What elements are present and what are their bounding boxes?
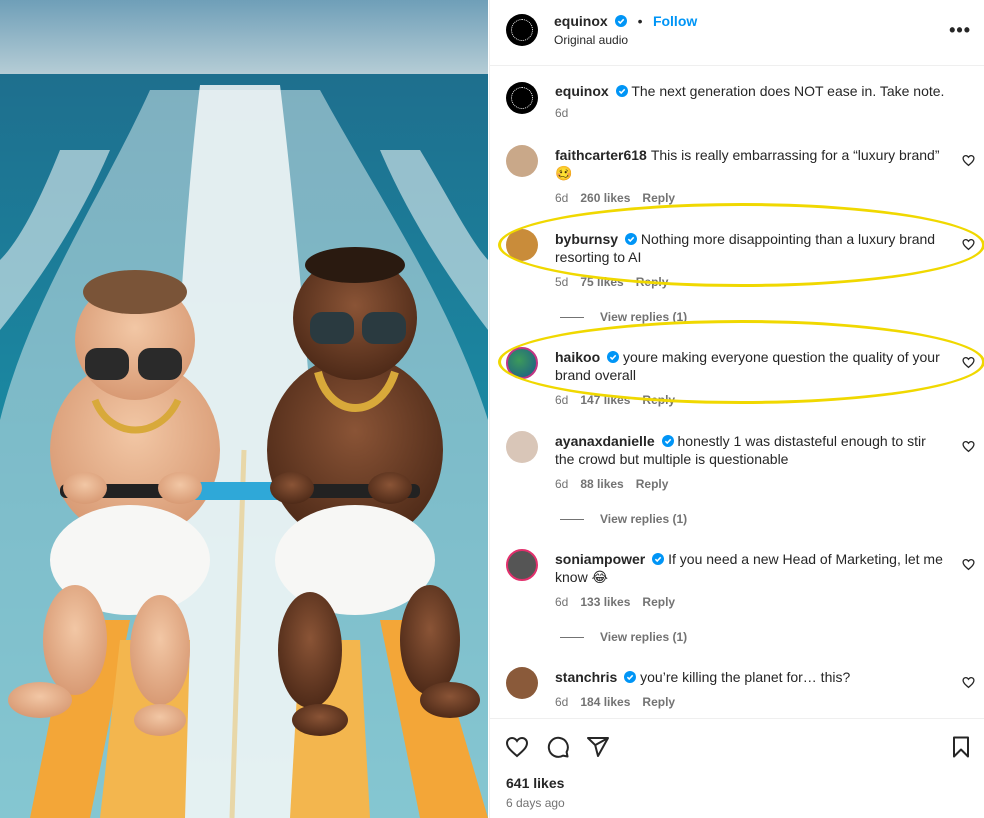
comment-likes[interactable]: 260 likes [580, 191, 630, 205]
comment-username[interactable]: soniampower [555, 551, 645, 567]
comment-age: 5d [555, 275, 569, 289]
commenter-avatar[interactable] [506, 667, 538, 699]
commenter-avatar[interactable] [506, 229, 538, 261]
commenter-avatar[interactable] [506, 431, 538, 463]
verified-badge-icon [652, 553, 665, 565]
audio-label[interactable]: Original audio [554, 33, 628, 47]
comment-meta: 6d 184 likes Reply [555, 695, 687, 709]
comment-item: soniampower If you need a new Head of Ma… [490, 549, 984, 654]
view-replies-button[interactable]: View replies (1) [560, 512, 687, 526]
comment-item: haikoo youre making everyone question th… [490, 347, 984, 417]
comment-likes[interactable]: 88 likes [580, 477, 623, 491]
reply-button[interactable]: Reply [642, 695, 675, 709]
heart-icon[interactable] [962, 154, 975, 167]
post-header: equinox • Follow Original audio ••• [490, 0, 984, 66]
commenter-avatar[interactable] [506, 549, 538, 581]
post-video[interactable] [0, 0, 488, 818]
post-actions-footer: 641 likes 6 days ago [490, 718, 984, 818]
share-icon[interactable] [586, 735, 610, 759]
comment-age: 6d [555, 191, 569, 205]
comment-age: 6d [555, 595, 569, 609]
follow-button[interactable]: Follow [653, 13, 697, 29]
heart-icon[interactable] [962, 558, 975, 571]
view-replies-label: View replies (1) [600, 630, 688, 644]
comment-username[interactable]: stanchris [555, 669, 617, 685]
heart-icon[interactable] [962, 676, 975, 689]
bookmark-icon[interactable] [949, 735, 973, 759]
comment-meta: 6d 133 likes Reply [555, 595, 687, 609]
comment-item: byburnsy Nothing more disappointing than… [490, 229, 984, 334]
verified-badge-icon [607, 351, 620, 363]
verified-badge-icon [615, 15, 628, 27]
replies-divider [560, 518, 584, 520]
reply-button[interactable]: Reply [642, 191, 675, 205]
comment-age: 6d [555, 695, 569, 709]
verified-badge-icon [615, 85, 628, 97]
commenter-avatar[interactable] [506, 145, 538, 177]
comment-meta: 6d 88 likes Reply [555, 477, 680, 491]
heart-icon[interactable] [962, 238, 975, 251]
author-avatar[interactable] [506, 14, 538, 46]
comment-icon[interactable] [546, 735, 570, 759]
author-username[interactable]: equinox [554, 13, 608, 29]
verified-badge-icon [624, 671, 637, 683]
separator-dot: • [637, 13, 643, 29]
replies-divider [560, 316, 584, 318]
comment-item: ayanaxdanielle honestly 1 was distastefu… [490, 431, 984, 536]
comment-item: stanchris you’re killing the planet for…… [490, 667, 984, 717]
view-replies-label: View replies (1) [600, 512, 688, 526]
post-caption: equinox The next generation does NOT eas… [490, 80, 984, 125]
caption-age: 6d [555, 106, 569, 120]
like-heart-icon[interactable] [505, 735, 529, 759]
comment-age: 6d [555, 477, 569, 491]
comment-meta: 6d 260 likes Reply [555, 191, 687, 205]
view-replies-button[interactable]: View replies (1) [560, 310, 687, 324]
comment-likes[interactable]: 133 likes [580, 595, 630, 609]
post-time: 6 days ago [506, 796, 565, 810]
view-replies-button[interactable]: View replies (1) [560, 630, 687, 644]
comment-username[interactable]: byburnsy [555, 231, 618, 247]
comment-username[interactable]: ayanaxdanielle [555, 433, 655, 449]
view-replies-label: View replies (1) [600, 310, 688, 324]
verified-badge-icon [661, 435, 674, 447]
video-frame-illustration [0, 0, 488, 818]
verified-badge-icon [625, 233, 638, 245]
caption-text: The next generation does NOT ease in. Ta… [631, 83, 945, 99]
reply-button[interactable]: Reply [642, 393, 675, 407]
heart-icon[interactable] [962, 356, 975, 369]
caption-username[interactable]: equinox [555, 83, 609, 99]
comment-username[interactable]: haikoo [555, 349, 600, 365]
reply-button[interactable]: Reply [636, 477, 669, 491]
comment-likes[interactable]: 75 likes [580, 275, 623, 289]
more-icon[interactable]: ••• [949, 20, 971, 41]
comment-text: you’re killing the planet for… this? [640, 669, 851, 685]
reply-button[interactable]: Reply [636, 275, 669, 289]
comment-age: 6d [555, 393, 569, 407]
comment-meta: 6d 147 likes Reply [555, 393, 687, 407]
comment-username[interactable]: faithcarter618 [555, 147, 647, 163]
heart-icon[interactable] [962, 440, 975, 453]
replies-divider [560, 636, 584, 638]
comment-meta: 5d 75 likes Reply [555, 275, 680, 289]
caption-avatar[interactable] [506, 82, 538, 114]
commenter-avatar[interactable] [506, 347, 538, 379]
caption-meta: 6d [555, 106, 580, 120]
comment-item: faithcarter618 This is really embarrassin… [490, 145, 984, 215]
likes-count[interactable]: 641 likes [506, 775, 564, 791]
comment-likes[interactable]: 184 likes [580, 695, 630, 709]
post-details-panel: equinox • Follow Original audio ••• equi… [489, 0, 984, 818]
comment-likes[interactable]: 147 likes [580, 393, 630, 407]
reply-button[interactable]: Reply [642, 595, 675, 609]
